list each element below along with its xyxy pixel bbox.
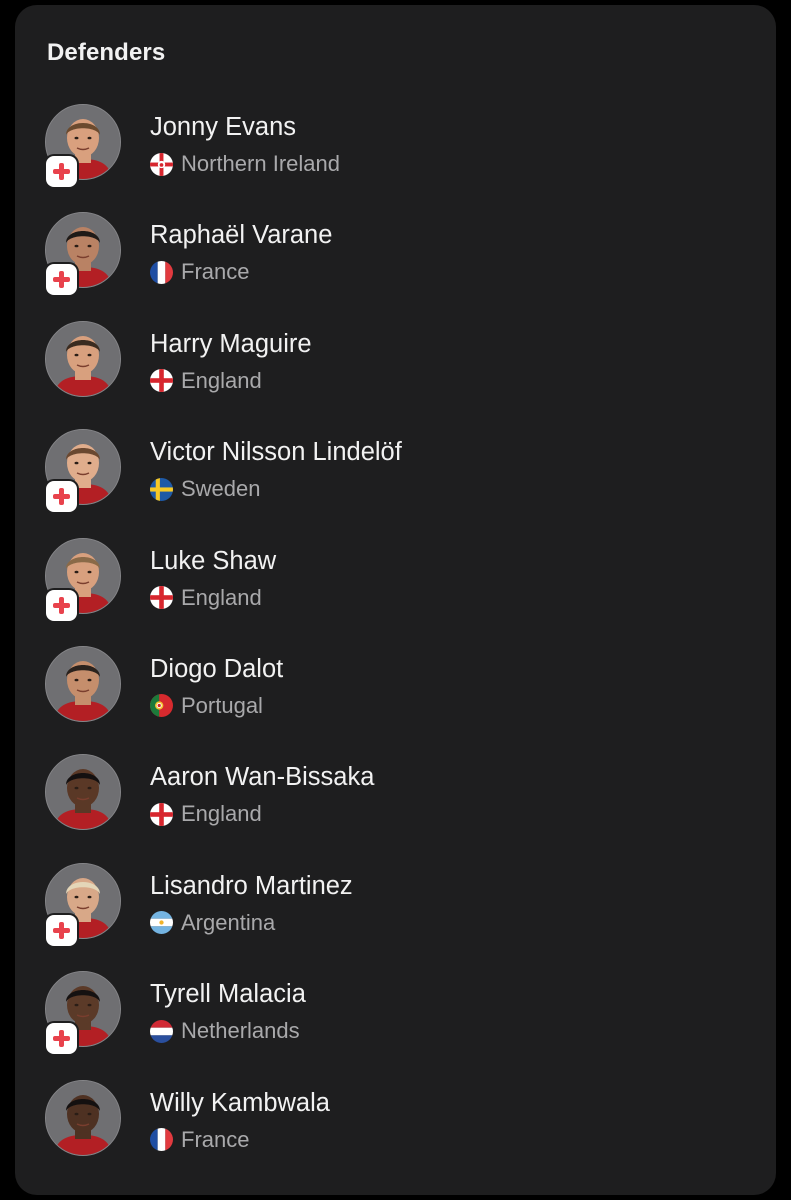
player-nationality: France — [150, 259, 249, 285]
injury-cross-icon — [46, 914, 77, 946]
nation-name: England — [181, 801, 262, 827]
player-photo — [45, 645, 121, 722]
player-avatar — [45, 104, 121, 187]
player-nationality: Sweden — [150, 476, 261, 502]
player-nationality: Argentina — [150, 910, 275, 936]
player-avatar — [45, 971, 121, 1055]
sweden-flag-icon — [150, 477, 173, 501]
player-row[interactable]: Victor Nilsson Lindelöf Sweden — [15, 426, 776, 534]
player-row[interactable]: Aaron Wan-Bissaka England — [15, 751, 776, 859]
portugal-flag-icon — [150, 694, 173, 718]
player-name: Raphaël Varane — [150, 221, 333, 250]
player-avatar — [45, 645, 121, 722]
player-name: Tyrell Malacia — [150, 980, 306, 1009]
argentina-flag-icon — [150, 911, 173, 935]
player-name: Harry Maguire — [150, 329, 312, 358]
player-avatar — [45, 754, 121, 831]
player-row[interactable]: Willy Kambwala France — [15, 1077, 776, 1185]
player-nationality: Netherlands — [150, 1018, 300, 1044]
netherlands-flag-icon — [150, 1019, 173, 1043]
player-photo — [45, 754, 121, 831]
player-nationality: England — [150, 368, 262, 394]
player-photo — [45, 320, 121, 397]
player-name: Willy Kambwala — [150, 1088, 330, 1117]
section-title: Defenders — [47, 39, 166, 66]
player-nationality: England — [150, 801, 262, 827]
player-row[interactable]: Tyrell Malacia Netherlands — [15, 968, 776, 1076]
nation-name: Sweden — [181, 476, 261, 502]
player-row[interactable]: Harry Maguire England — [15, 318, 776, 426]
player-name: Lisandro Martinez — [150, 871, 353, 900]
player-avatar — [45, 212, 121, 296]
player-avatar — [45, 429, 121, 513]
england-flag-icon — [150, 586, 173, 610]
injury-cross-icon — [46, 156, 77, 187]
player-avatar — [45, 862, 121, 946]
player-photo — [45, 1079, 121, 1156]
injury-cross-icon — [46, 589, 77, 621]
player-name: Victor Nilsson Lindelöf — [150, 438, 402, 467]
injury-cross-icon — [46, 264, 77, 296]
player-name: Jonny Evans — [150, 113, 297, 141]
player-avatar — [45, 320, 121, 397]
player-list: Jonny Evans Northern Ireland Raphaël Varan… — [15, 101, 776, 1185]
nation-name: France — [181, 1126, 250, 1152]
player-nationality: France — [150, 1127, 249, 1153]
nation-name: Argentina — [181, 909, 276, 935]
defenders-card: Defenders Jonny Evans Northern Ireland Rap… — [15, 5, 776, 1195]
player-nationality: Northern Ireland — [150, 151, 340, 177]
player-avatar — [45, 537, 121, 621]
player-avatar — [45, 1079, 121, 1156]
nation-name: England — [181, 584, 262, 610]
france-flag-icon — [150, 260, 173, 284]
player-name: Luke Shaw — [150, 546, 277, 575]
nation-name: France — [181, 259, 250, 285]
injury-cross-icon — [46, 481, 77, 513]
nation-name: Northern Ireland — [181, 151, 340, 176]
player-name: Aaron Wan-Bissaka — [150, 763, 375, 792]
france-flag-icon — [150, 1128, 173, 1152]
player-row[interactable]: Diogo Dalot Portugal — [15, 643, 776, 751]
nation-name: England — [181, 367, 262, 393]
player-nationality: Portugal — [150, 693, 263, 719]
northern-ireland-flag-icon — [150, 152, 173, 176]
player-name: Diogo Dalot — [150, 654, 284, 683]
player-nationality: England — [150, 585, 262, 611]
player-row[interactable]: Raphaël Varane France — [15, 209, 776, 317]
player-row[interactable]: Jonny Evans Northern Ireland — [15, 101, 776, 209]
injury-cross-icon — [46, 1023, 77, 1055]
nation-name: Netherlands — [181, 1018, 300, 1044]
player-row[interactable]: Lisandro Martinez Argentina — [15, 860, 776, 968]
player-row[interactable]: Luke Shaw England — [15, 535, 776, 643]
nation-name: Portugal — [181, 692, 263, 718]
england-flag-icon — [150, 802, 173, 826]
england-flag-icon — [150, 369, 173, 393]
